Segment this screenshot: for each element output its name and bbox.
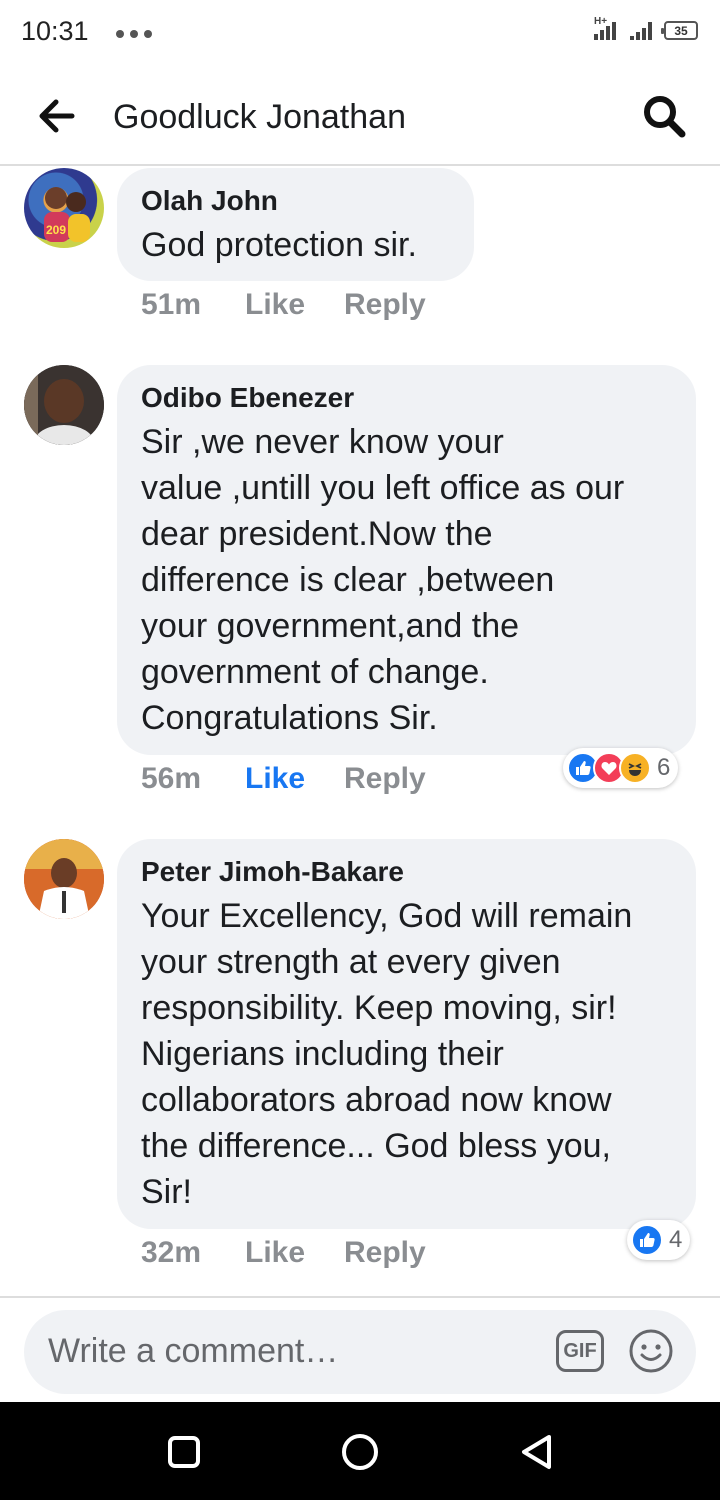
system-nav-bar — [0, 1402, 720, 1500]
back-arrow-icon[interactable] — [36, 98, 76, 134]
status-indicators: H+ 35 — [594, 16, 698, 40]
comment-actions: 56m Like Reply — [141, 762, 426, 796]
avatar[interactable] — [24, 839, 104, 919]
comment-text-line: Sir! — [141, 1173, 192, 1211]
like-button[interactable]: Like — [245, 288, 344, 322]
comment-text-line: the difference... God bless you, — [141, 1127, 611, 1165]
network-type: H+ — [594, 16, 608, 27]
status-time: 10:31 — [21, 16, 89, 46]
page-title: Goodluck Jonathan — [113, 98, 406, 136]
like-button[interactable]: Like — [245, 1236, 344, 1270]
comment-author[interactable]: Odibo Ebenezer — [141, 381, 672, 415]
status-bar: 10:31 H+ 35 — [0, 0, 720, 66]
comment-author[interactable]: Olah John — [141, 184, 450, 218]
like-reaction-icon — [631, 1224, 663, 1256]
comment-text-line: Your Excellency, God will remain — [141, 897, 633, 935]
comment-actions: 51m Like Reply — [141, 288, 426, 322]
avatar[interactable] — [24, 365, 104, 445]
comment-text-line: responsibility. Keep moving, sir! — [141, 989, 617, 1027]
reply-button[interactable]: Reply — [344, 762, 426, 796]
emoji-icon[interactable] — [628, 1328, 674, 1374]
comment-actions: 32m Like Reply — [141, 1236, 426, 1270]
comment-time: 51m — [141, 288, 202, 321]
comment-text-line: Nigerians including their — [141, 1035, 504, 1073]
like-button[interactable]: Like — [245, 762, 344, 796]
comment-text-line: your government,and the — [141, 607, 520, 645]
comment-bubble[interactable]: Peter Jimoh-Bakare Your Excellency, God … — [117, 839, 696, 1229]
nav-back-icon[interactable] — [519, 1433, 553, 1471]
comment-text: Your Excellency, God will remain your st… — [141, 893, 672, 1215]
signal-icon: H+ — [594, 16, 616, 40]
haha-reaction-icon — [619, 752, 651, 784]
comment-text-line: collaborators abroad now know — [141, 1081, 612, 1119]
comment-input-placeholder: Write a comment… — [48, 1332, 339, 1370]
reaction-count: 4 — [669, 1226, 683, 1253]
comment-text-line: Sir ,we never know your — [141, 423, 504, 461]
more-notifications-icon — [116, 30, 152, 38]
comment-bubble[interactable]: Olah John God protection sir. — [117, 168, 474, 281]
comment-text: God protection sir. — [141, 226, 417, 264]
avatar[interactable]: 209 — [24, 168, 104, 248]
reaction-count: 6 — [657, 754, 671, 781]
comment-input[interactable]: Write a comment… GIF — [24, 1310, 696, 1394]
comment-time: 56m — [141, 762, 202, 795]
signal-icon-2 — [630, 18, 652, 40]
svg-text:209: 209 — [46, 223, 66, 237]
comment-text-line: your strength at every given — [141, 943, 561, 981]
reply-button[interactable]: Reply — [344, 1236, 426, 1270]
battery-level: 35 — [674, 23, 688, 38]
comment-text: Sir ,we never know your value ,untill yo… — [141, 419, 672, 741]
comment-text-line: Congratulations Sir. — [141, 699, 438, 737]
comment-composer: Write a comment… GIF — [0, 1296, 720, 1402]
reaction-summary[interactable]: 6 — [563, 748, 679, 788]
reaction-summary[interactable]: 4 — [627, 1220, 691, 1260]
recents-button[interactable] — [168, 1436, 200, 1468]
comment-text-line: difference is clear ,between — [141, 561, 555, 599]
search-icon[interactable] — [642, 94, 686, 138]
comment-text-line: value ,untill you left office as our — [141, 469, 625, 507]
app-header: Goodluck Jonathan — [0, 66, 720, 166]
comment-time: 32m — [141, 1236, 202, 1269]
battery-icon: 35 — [661, 21, 698, 40]
home-button[interactable] — [342, 1434, 378, 1470]
comment-bubble[interactable]: Odibo Ebenezer Sir ,we never know your v… — [117, 365, 696, 755]
gif-button[interactable]: GIF — [556, 1330, 604, 1372]
reply-button[interactable]: Reply — [344, 288, 426, 322]
comment-text-line: dear president.Now the — [141, 515, 493, 553]
comment-text-line: government of change. — [141, 653, 489, 691]
comment-author[interactable]: Peter Jimoh-Bakare — [141, 855, 672, 889]
